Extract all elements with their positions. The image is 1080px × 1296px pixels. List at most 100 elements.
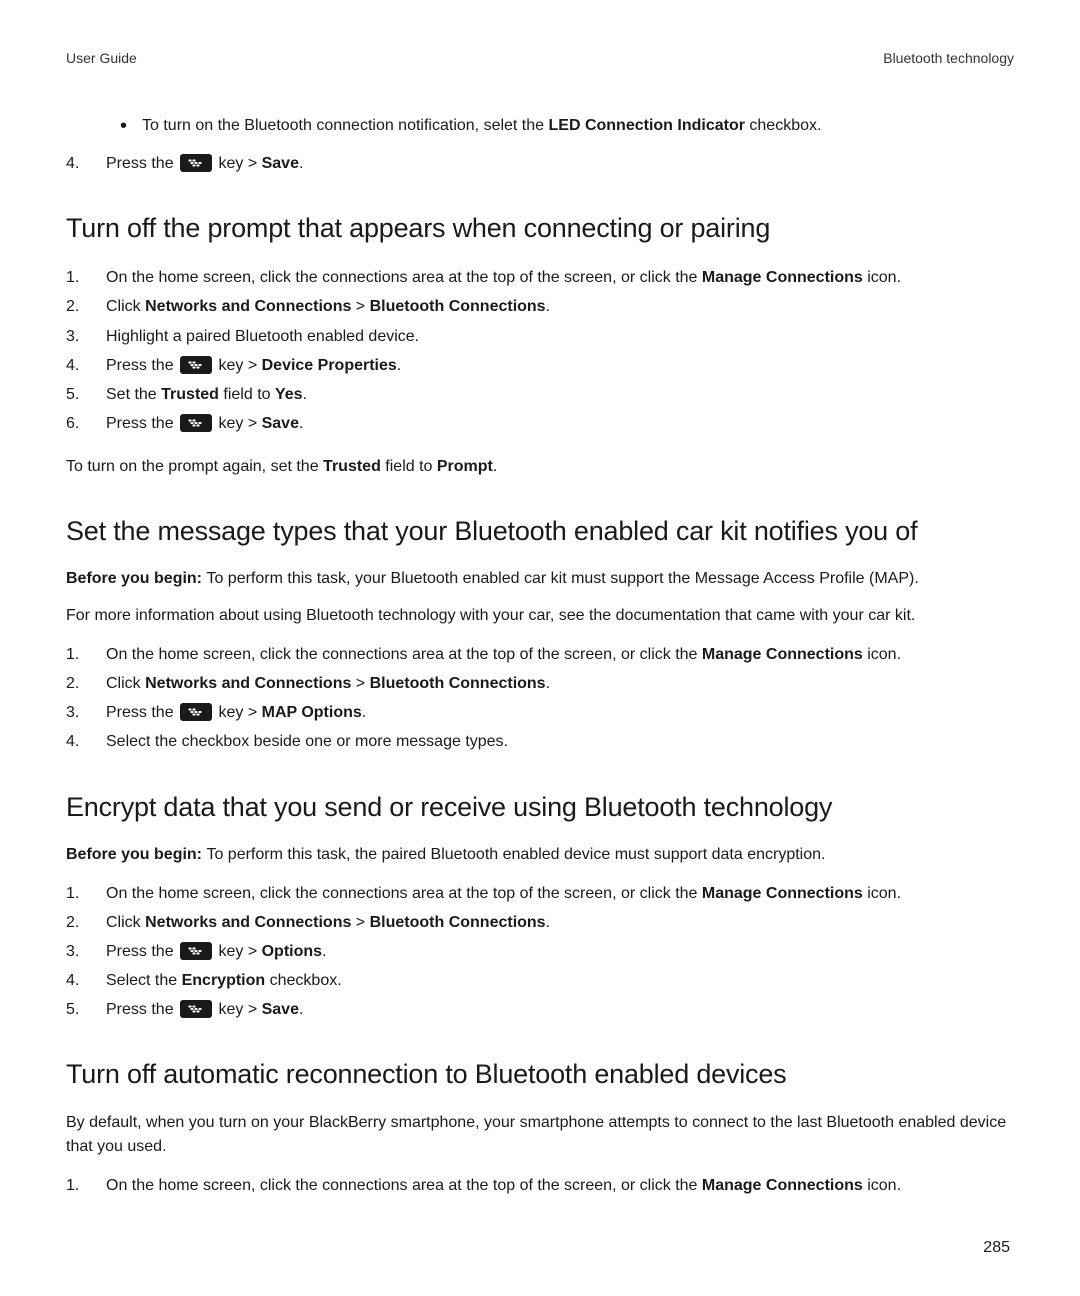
text: . [546, 298, 550, 315]
item-number: 3. [66, 323, 106, 350]
bold-text: Device Properties [262, 357, 397, 374]
item-number: 4. [66, 728, 106, 755]
section-heading: Turn off automatic reconnection to Bluet… [66, 1057, 1014, 1092]
ordered-list: 1. On the home screen, click the connect… [66, 641, 1014, 756]
list-item: 3. Press the key > Options. [66, 938, 1014, 965]
item-number: 1. [66, 264, 106, 291]
text: key > [214, 943, 262, 960]
bold-text: Manage Connections [702, 885, 863, 902]
header-left: User Guide [66, 50, 137, 66]
page-header: User Guide Bluetooth technology [66, 50, 1014, 66]
text: checkbox. [745, 117, 821, 134]
item-number: 4. [66, 967, 106, 994]
bold-text: Before you begin: [66, 570, 206, 587]
item-number: 6. [66, 410, 106, 437]
bold-text: Prompt [437, 458, 493, 475]
blackberry-menu-icon [180, 942, 212, 960]
blackberry-menu-icon [180, 1000, 212, 1018]
item-number: 4. [66, 150, 106, 177]
list-item: 3. Highlight a paired Bluetooth enabled … [66, 323, 1014, 350]
item-text: On the home screen, click the connection… [106, 1172, 1014, 1199]
bold-text: Options [262, 943, 322, 960]
section-heading: Turn off the prompt that appears when co… [66, 211, 1014, 246]
item-text: Select the Encryption checkbox. [106, 967, 1014, 994]
item-text: On the home screen, click the connection… [106, 264, 1014, 291]
item-text: Click Networks and Connections > Bluetoo… [106, 670, 1014, 697]
text: field to [381, 458, 437, 475]
text: To turn on the prompt again, set the [66, 458, 323, 475]
ordered-list: 1. On the home screen, click the connect… [66, 880, 1014, 1024]
text: To turn on the Bluetooth connection noti… [142, 117, 549, 134]
list-item: 1. On the home screen, click the connect… [66, 880, 1014, 907]
item-text: Press the key > Options. [106, 938, 1014, 965]
ordered-list: 1. On the home screen, click the connect… [66, 264, 1014, 437]
list-item: 1. On the home screen, click the connect… [66, 1172, 1014, 1199]
paragraph: For more information about using Bluetoo… [66, 604, 1014, 629]
paragraph: Before you begin: To perform this task, … [66, 843, 1014, 868]
list-item: 5. Press the key > Save. [66, 996, 1014, 1023]
item-number: 2. [66, 293, 106, 320]
bold-text: Before you begin: [66, 846, 206, 863]
text: Press the [106, 357, 178, 374]
list-item: 2. Click Networks and Connections > Blue… [66, 909, 1014, 936]
text: Press the [106, 704, 178, 721]
text: On the home screen, click the connection… [106, 1177, 702, 1194]
text: . [299, 155, 303, 172]
bold-text: MAP Options [262, 704, 362, 721]
blackberry-menu-icon [180, 703, 212, 721]
item-number: 1. [66, 1172, 106, 1199]
text: Press the [106, 155, 178, 172]
bold-text: Networks and Connections [145, 914, 351, 931]
text: key > [214, 415, 262, 432]
bold-text: Trusted [161, 386, 219, 403]
list-item: 2. Click Networks and Connections > Blue… [66, 293, 1014, 320]
text: . [322, 943, 326, 960]
text: key > [214, 704, 262, 721]
page-number: 285 [66, 1239, 1014, 1257]
text: . [303, 386, 307, 403]
bullet-list: To turn on the Bluetooth connection noti… [66, 114, 1014, 138]
text: . [546, 675, 550, 692]
item-number: 1. [66, 880, 106, 907]
item-text: Select the checkbox beside one or more m… [106, 728, 1014, 755]
item-text: Set the Trusted field to Yes. [106, 381, 1014, 408]
section-heading: Set the message types that your Bluetoot… [66, 514, 1014, 549]
bold-text: LED Connection Indicator [549, 117, 745, 134]
text: On the home screen, click the connection… [106, 269, 702, 286]
bold-text: Manage Connections [702, 646, 863, 663]
text: > [351, 675, 369, 692]
bullet-item: To turn on the Bluetooth connection noti… [126, 114, 1014, 138]
text: . [299, 1001, 303, 1018]
item-text: Highlight a paired Bluetooth enabled dev… [106, 323, 1014, 350]
ordered-list: 4. Press the key > Save. [66, 150, 1014, 177]
item-text: Press the key > Save. [106, 996, 1014, 1023]
item-number: 1. [66, 641, 106, 668]
header-right: Bluetooth technology [883, 50, 1014, 66]
item-number: 4. [66, 352, 106, 379]
text: To perform this task, the paired Bluetoo… [206, 846, 825, 863]
text: On the home screen, click the connection… [106, 885, 702, 902]
item-text: On the home screen, click the connection… [106, 880, 1014, 907]
bold-text: Bluetooth Connections [370, 675, 546, 692]
text: icon. [863, 269, 901, 286]
list-item: 2. Click Networks and Connections > Blue… [66, 670, 1014, 697]
bold-text: Manage Connections [702, 1177, 863, 1194]
text: checkbox. [265, 972, 341, 989]
text: . [546, 914, 550, 931]
blackberry-menu-icon [180, 414, 212, 432]
list-item: 6. Press the key > Save. [66, 410, 1014, 437]
text: Set the [106, 386, 161, 403]
text: Press the [106, 943, 178, 960]
item-text: On the home screen, click the connection… [106, 641, 1014, 668]
text: > [351, 914, 369, 931]
list-item: 4. Select the checkbox beside one or mor… [66, 728, 1014, 755]
text: Press the [106, 1001, 178, 1018]
bold-text: Save [262, 415, 299, 432]
paragraph: To turn on the prompt again, set the Tru… [66, 455, 1014, 480]
text: field to [219, 386, 275, 403]
list-item: 5. Set the Trusted field to Yes. [66, 381, 1014, 408]
bold-text: Yes [275, 386, 303, 403]
item-number: 5. [66, 996, 106, 1023]
blackberry-menu-icon [180, 154, 212, 172]
item-number: 2. [66, 670, 106, 697]
